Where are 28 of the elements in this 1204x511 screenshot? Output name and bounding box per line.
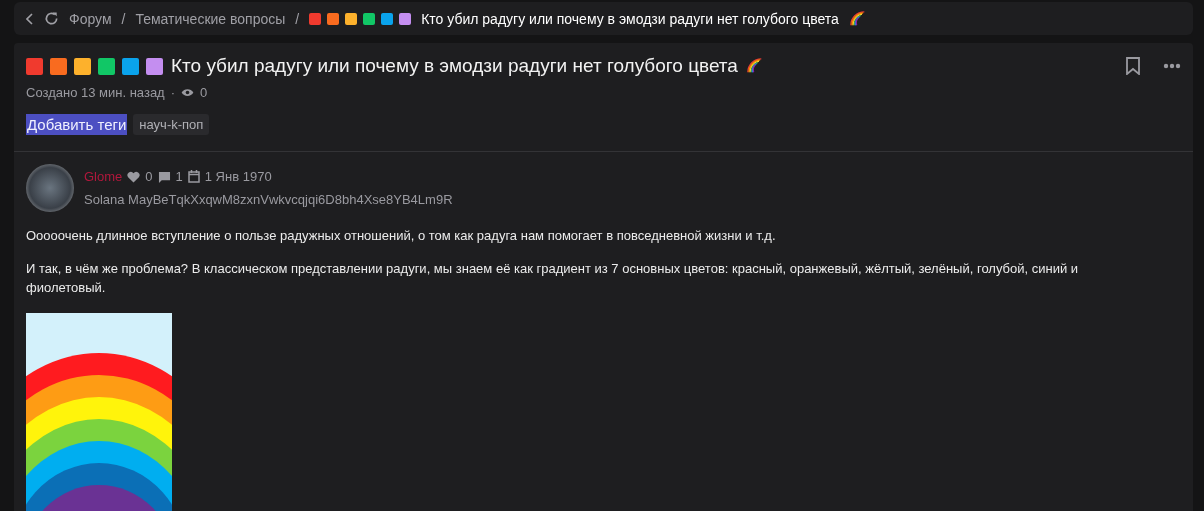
breadcrumb-separator: /: [295, 10, 300, 27]
post-date: 1 Янв 1970: [204, 169, 272, 184]
add-tags-button[interactable]: Добавить теги: [26, 114, 128, 135]
tag[interactable]: науч-k-поп: [133, 114, 210, 135]
more-button[interactable]: [1163, 63, 1181, 69]
breadcrumb-link[interactable]: Тематические вопросы: [135, 10, 286, 27]
author-signature: Solana MayBeTqkXxqwM8zxnVwkvcqjqi6D8bh4Xse8YB4Lm9R: [84, 192, 453, 207]
meta-separator: ·: [170, 85, 176, 100]
comment-icon: [157, 170, 171, 183]
created-time: Создано 13 мин. назад: [26, 85, 165, 100]
calendar-icon: [187, 170, 200, 183]
topic-title: Кто убил радугу или почему в эмодзи радуги нет голубого цвета: [171, 55, 738, 77]
rainbow-icon: [848, 9, 867, 28]
post-paragraph: Ооооочень длинное вступление о пользе радужных отношений, о том как радуга нам помогает в повседневной жизни и т.д.: [26, 227, 777, 245]
refresh-icon[interactable]: [44, 11, 59, 26]
bookmark-button[interactable]: [1125, 57, 1141, 75]
post-paragraph: И так, в чём же проблема? В классическом представлении радуги, мы знаем её как градиент из 7 основных цветов: красный, оранжевый, жёлтый, зелёный, голубой, синий и фиолетовый.: [26, 260, 1080, 297]
breadcrumb-separator: /: [121, 10, 126, 27]
back-icon[interactable]: [26, 12, 34, 25]
breadcrumb-link[interactable]: Форум: [69, 10, 112, 27]
like-count: 0: [145, 169, 153, 184]
comment-count: 1: [175, 169, 183, 184]
eye-icon: [181, 88, 195, 97]
rainbow-icon: [745, 57, 764, 75]
heart-icon: [127, 170, 141, 183]
breadcrumb-current: Кто убил радугу или почему в эмодзи радуги нет голубого цвета: [421, 10, 839, 27]
view-count: 0: [200, 85, 208, 100]
avatar: [26, 164, 74, 212]
